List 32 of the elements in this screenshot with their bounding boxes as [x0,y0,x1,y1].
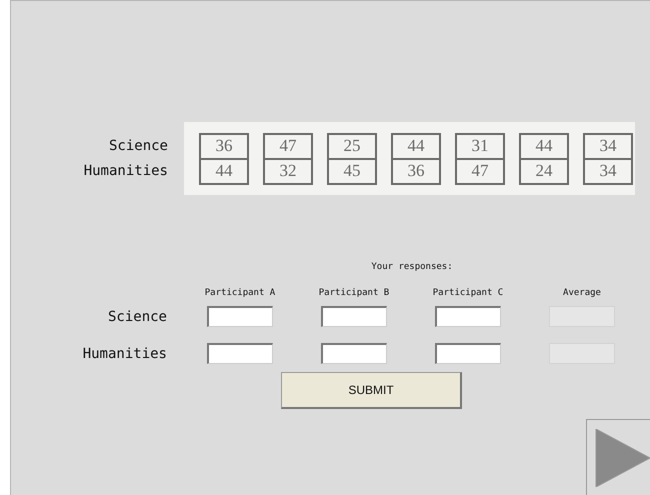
card-number: 36 [393,158,439,182]
input-field[interactable] [207,343,273,364]
card-number: 47 [457,158,503,182]
submit-button[interactable]: SUBMIT [281,372,462,409]
card-number: 34 [598,135,618,157]
row-label: Humanities [84,163,168,179]
input-field[interactable] [321,306,387,327]
next-button[interactable] [586,419,650,495]
row-label: Science [106,308,168,324]
column-header: Participant C [432,288,504,298]
card-number: 45 [329,158,375,182]
input-field[interactable] [435,306,501,327]
card-number: 44 [201,158,247,182]
responses-title: Your responses: [370,262,454,272]
card-number: 31 [470,135,490,157]
column-header: Participant B [318,288,390,298]
card-number: 44 [406,135,426,157]
input-field[interactable] [435,343,501,364]
card-number: 47 [278,135,298,157]
play-icon [594,428,650,486]
card-number: 36 [214,135,234,157]
column-header: Participant A [204,288,276,298]
row-label: Humanities [82,346,168,362]
card-number: 32 [265,158,311,182]
column-header: Average [562,288,602,298]
card-number: 44 [534,135,554,157]
row-label: Science [108,138,168,154]
card-number: 24 [521,158,567,182]
card-number: 34 [585,158,631,182]
input-field[interactable] [321,343,387,364]
input-field[interactable] [207,306,273,327]
card-number: 25 [342,135,362,157]
